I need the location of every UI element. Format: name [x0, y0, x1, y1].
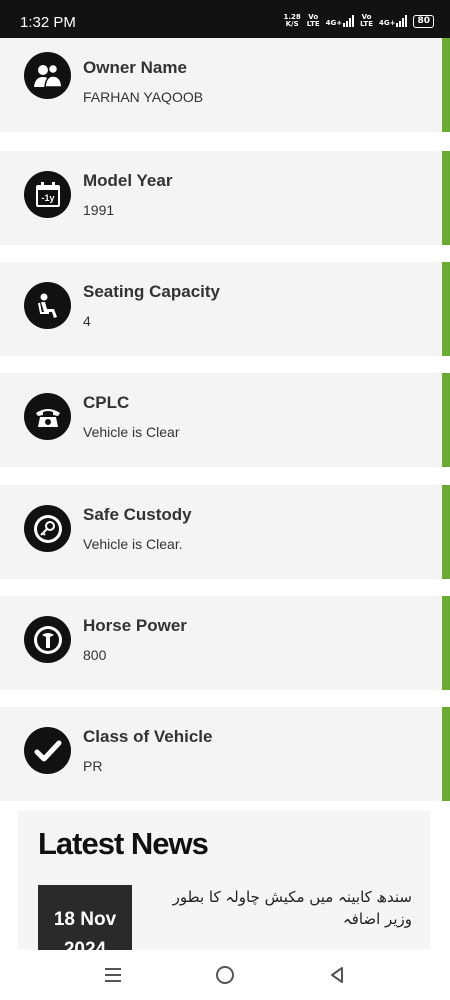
- system-nav-bar: [0, 950, 450, 1000]
- owner-icon: [24, 52, 71, 99]
- news-date-year: 2024: [63, 939, 107, 950]
- detail-title: Model Year: [83, 171, 173, 190]
- volte-2: Vo LTE: [360, 14, 373, 28]
- volte-1: Vo LTE: [307, 14, 320, 28]
- net-speed: 1.28 K/S: [284, 14, 301, 28]
- detail-value: 1991: [83, 202, 115, 218]
- news-date-badge: 18 Nov 2024: [38, 885, 132, 950]
- network-2-label: 4G+: [378, 19, 396, 27]
- news-headline-link[interactable]: سندھ کابینہ میں مکیش چاولہ کا بطور وزیر …: [142, 886, 412, 930]
- gauge-icon: [24, 616, 71, 663]
- detail-card-cplc: CPLC Vehicle is Clear: [0, 373, 450, 467]
- detail-card-owner-name: Owner Name FARHAN YAQOOB: [0, 38, 450, 132]
- detail-value: 4: [83, 313, 91, 329]
- network-1-label: 4G+: [325, 19, 343, 27]
- detail-card-horse-power: Horse Power 800: [0, 596, 450, 690]
- signal-icon: [343, 15, 355, 27]
- detail-title: Seating Capacity: [83, 282, 220, 301]
- telephone-icon: [24, 393, 71, 440]
- accent-bar: [442, 262, 450, 356]
- detail-title: Safe Custody: [83, 505, 192, 524]
- signal-icon: [396, 15, 408, 27]
- menu-icon: [105, 968, 121, 982]
- detail-title: Class of Vehicle: [83, 727, 213, 746]
- network-2: 4G+: [378, 15, 408, 27]
- back-triangle-icon: [331, 967, 343, 983]
- volte-1-bottom: LTE: [306, 20, 320, 28]
- detail-value: Vehicle is Clear: [83, 424, 180, 440]
- check-icon: [24, 727, 71, 774]
- status-icons: 1.28 K/S Vo LTE 4G+ Vo LTE 4G+ 80: [284, 14, 434, 28]
- battery-icon: 80: [413, 14, 434, 28]
- latest-news-heading: Latest News: [38, 826, 209, 861]
- key-icon: [24, 505, 71, 552]
- detail-value: 800: [83, 647, 107, 663]
- detail-card-safe-custody: Safe Custody Vehicle is Clear.: [0, 485, 450, 579]
- calendar-icon: -1y: [24, 171, 71, 218]
- latest-news-section: Latest News 18 Nov 2024 سندھ کابینہ میں …: [18, 810, 430, 950]
- detail-card-seating-capacity: Seating Capacity 4: [0, 262, 450, 356]
- detail-title: Owner Name: [83, 58, 187, 77]
- calendar-icon-text: -1y: [41, 193, 54, 203]
- accent-bar: [442, 373, 450, 467]
- news-date-day: 18 Nov: [53, 909, 117, 930]
- detail-value: Vehicle is Clear.: [83, 536, 183, 552]
- detail-card-model-year: -1y Model Year 1991: [0, 151, 450, 245]
- menu-button[interactable]: [98, 962, 128, 988]
- detail-title: CPLC: [83, 393, 130, 412]
- seat-icon: [24, 282, 71, 329]
- net-speed-unit: K/S: [285, 20, 299, 28]
- back-button[interactable]: [322, 962, 352, 988]
- detail-value: PR: [83, 758, 103, 774]
- network-1: 4G+: [325, 15, 355, 27]
- volte-2-bottom: LTE: [360, 20, 373, 28]
- accent-bar: [442, 596, 450, 690]
- accent-bar: [442, 485, 450, 579]
- detail-title: Horse Power: [83, 616, 187, 635]
- detail-value: FARHAN YAQOOB: [83, 89, 204, 105]
- accent-bar: [442, 707, 450, 801]
- accent-bar: [442, 151, 450, 245]
- home-button[interactable]: [210, 962, 240, 988]
- accent-bar: [442, 38, 450, 132]
- home-circle-icon: [216, 966, 234, 984]
- detail-card-class-of-vehicle: Class of Vehicle PR: [0, 707, 450, 801]
- status-time: 1:32 PM: [20, 14, 76, 31]
